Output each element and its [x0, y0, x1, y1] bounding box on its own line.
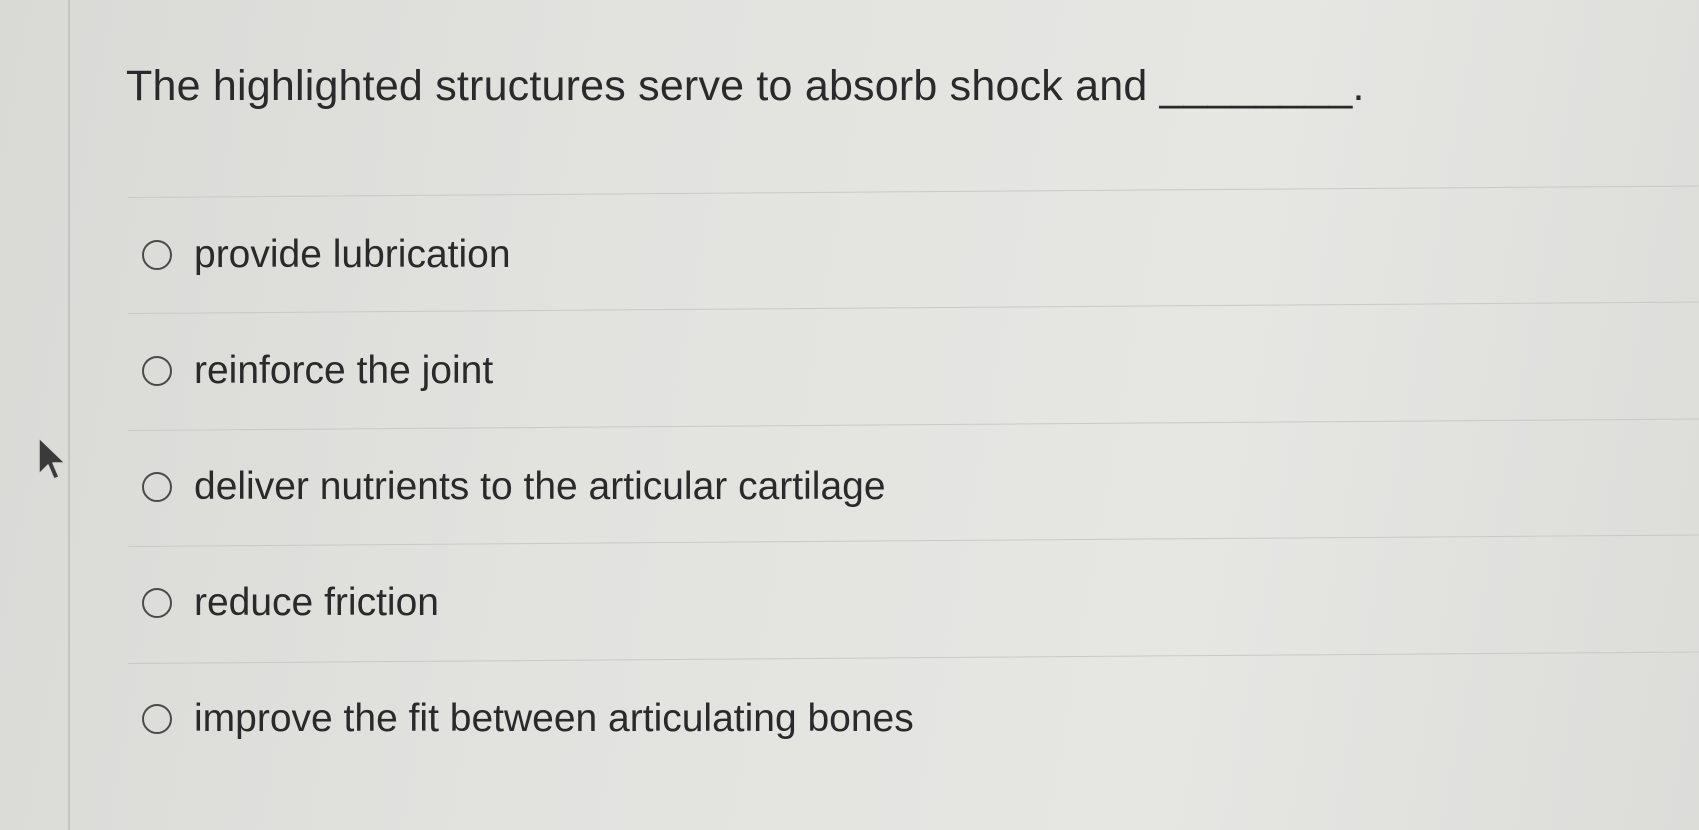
question-prompt: The highlighted structures serve to abso… — [126, 62, 1365, 110]
radio-button[interactable] — [142, 356, 172, 386]
answer-option-reinforce-the-joint[interactable]: reinforce the joint — [142, 346, 493, 396]
mouse-pointer-icon — [38, 437, 66, 480]
answer-option-deliver-nutrients[interactable]: deliver nutrients to the articular carti… — [142, 462, 886, 512]
answer-option-reduce-friction[interactable]: reduce friction — [142, 578, 439, 628]
answer-option-label: provide lubrication — [194, 233, 511, 276]
divider — [127, 534, 1699, 547]
radio-button[interactable] — [142, 240, 172, 270]
answer-option-label: deliver nutrients to the articular carti… — [194, 465, 886, 508]
answer-option-provide-lubrication[interactable]: provide lubrication — [142, 230, 511, 280]
answer-option-label: reinforce the joint — [194, 349, 494, 392]
radio-button[interactable] — [142, 472, 172, 502]
question-card: The highlighted structures serve to abso… — [70, 0, 1699, 830]
divider — [127, 651, 1699, 664]
radio-button[interactable] — [142, 704, 172, 734]
answer-option-improve-fit[interactable]: improve the fit between articulating bon… — [142, 694, 914, 744]
divider — [127, 418, 1699, 431]
divider — [127, 185, 1699, 198]
divider — [127, 301, 1699, 314]
radio-button[interactable] — [142, 588, 172, 618]
answer-option-label: improve the fit between articulating bon… — [194, 697, 914, 740]
answer-option-label: reduce friction — [194, 581, 439, 624]
